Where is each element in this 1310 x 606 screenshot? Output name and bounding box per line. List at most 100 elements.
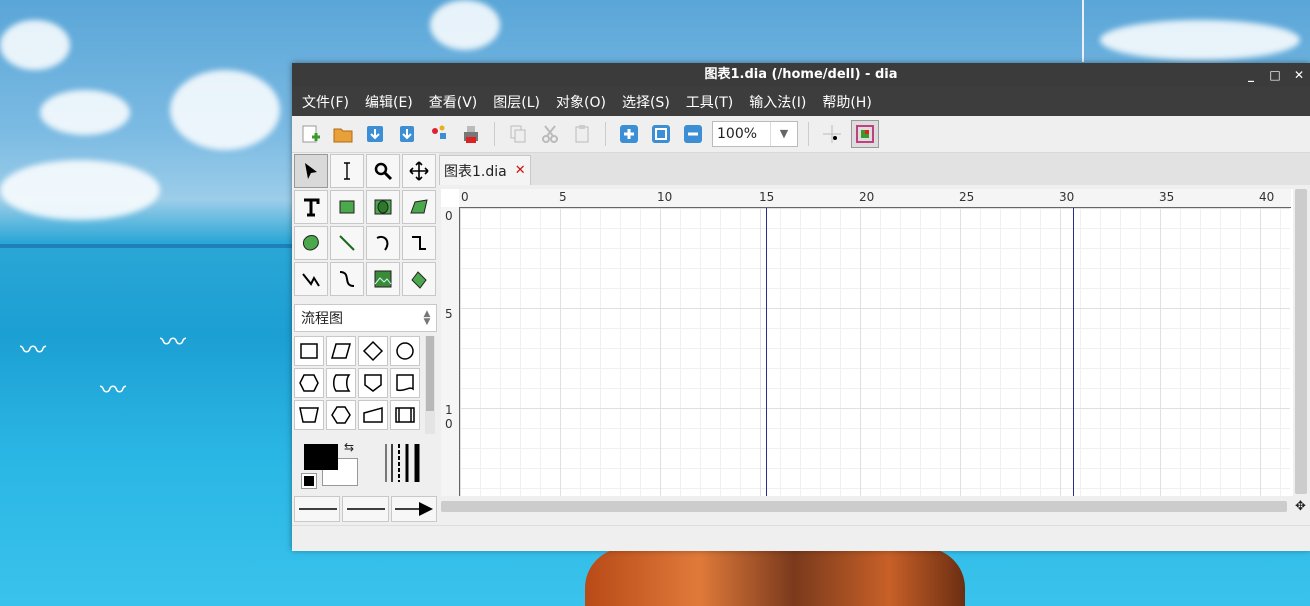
tab-label: 图表1.dia <box>444 163 507 180</box>
window-title: 图表1.dia (/home/dell) - dia <box>704 67 898 82</box>
polygon-tool[interactable] <box>402 190 436 224</box>
ruler-tick: 15 <box>759 190 775 204</box>
sheet-selector[interactable]: 流程图 ▲ ▼ <box>294 304 437 332</box>
new-diagram-button[interactable] <box>298 121 324 147</box>
predefined-process-shape[interactable] <box>390 400 420 430</box>
default-colors-icon[interactable] <box>301 473 317 489</box>
zoom-in-icon <box>620 125 638 143</box>
image-icon <box>374 270 392 288</box>
polyline-tool[interactable] <box>294 262 328 296</box>
ellipse-icon <box>374 199 392 215</box>
hexagon-shape[interactable] <box>326 400 356 430</box>
best-fit-button[interactable] <box>648 121 674 147</box>
ruler-tick: 1 <box>445 403 453 417</box>
save-button[interactable] <box>362 121 388 147</box>
preparation-shape[interactable] <box>294 368 324 398</box>
menu-layers[interactable]: 图层(L) <box>487 92 546 112</box>
line-style-selector[interactable] <box>342 496 389 522</box>
sheet-label: 流程图 <box>301 311 343 327</box>
clipboard-icon <box>575 125 589 143</box>
maximize-button[interactable]: □ <box>1268 63 1282 87</box>
ruler-tick: 0 <box>461 190 469 204</box>
ruler-tick: 0 <box>445 209 453 223</box>
toolbar-separator <box>808 122 809 146</box>
print-button[interactable] <box>458 121 484 147</box>
zoom-in-button[interactable] <box>616 121 642 147</box>
box-tool[interactable] <box>330 190 364 224</box>
tab-diagram1[interactable]: 图表1.dia ✕ <box>439 155 531 185</box>
menu-file[interactable]: 文件(F) <box>296 92 355 112</box>
offpage-shape[interactable] <box>358 368 388 398</box>
copy-button[interactable] <box>505 121 531 147</box>
drawing-grid[interactable] <box>460 208 1290 496</box>
ellipse-tool[interactable] <box>366 190 400 224</box>
document-shape[interactable] <box>390 368 420 398</box>
end-arrow-selector[interactable] <box>390 496 437 522</box>
menu-edit[interactable]: 编辑(E) <box>359 92 419 112</box>
terminal-shape[interactable] <box>390 336 420 366</box>
modify-tool[interactable] <box>294 154 328 188</box>
canvas-vertical-scrollbar[interactable] <box>1295 189 1307 494</box>
scroll-tool[interactable] <box>402 154 436 188</box>
menu-input-method[interactable]: 输入法(I) <box>743 92 812 112</box>
process-shape[interactable] <box>294 336 324 366</box>
title-bar: 图表1.dia (/home/dell) - dia _ □ ✕ <box>292 63 1310 87</box>
menu-help[interactable]: 帮助(H) <box>816 92 877 112</box>
palette-scrollbar[interactable] <box>425 336 435 434</box>
data-shape[interactable] <box>326 336 356 366</box>
text-tool[interactable] <box>294 190 328 224</box>
decision-shape[interactable] <box>358 336 388 366</box>
line-width-selector[interactable] <box>382 442 424 484</box>
magnify-tool[interactable] <box>366 154 400 188</box>
manual-operation-shape[interactable] <box>294 400 324 430</box>
close-tab-icon[interactable]: ✕ <box>515 163 526 178</box>
menu-objects[interactable]: 对象(O) <box>550 92 612 112</box>
ruler-tick: 35 <box>1159 190 1175 204</box>
page-break-line <box>1073 208 1074 496</box>
canvas-horizontal-scrollbar[interactable] <box>441 501 1287 512</box>
minimize-button[interactable]: _ <box>1244 63 1258 87</box>
foreground-color-swatch[interactable] <box>304 444 338 470</box>
zigzag-line-tool[interactable] <box>402 226 436 260</box>
bezier-icon <box>339 271 355 287</box>
start-arrow-selector[interactable] <box>294 496 341 522</box>
cut-button[interactable] <box>537 121 563 147</box>
ruler-tick: 20 <box>859 190 875 204</box>
scissors-icon <box>542 125 558 143</box>
swap-colors-icon[interactable]: ⇆ <box>344 440 354 454</box>
line-tool[interactable] <box>330 226 364 260</box>
outline-tool[interactable] <box>402 262 436 296</box>
save-as-button[interactable] <box>394 121 420 147</box>
snap-to-objects-button[interactable] <box>851 120 879 148</box>
document-area: 图表1.dia ✕ 0 5 10 15 20 25 30 35 40 0 5 1… <box>439 153 1310 523</box>
menu-view[interactable]: 查看(V) <box>423 92 484 112</box>
grid-snap-icon <box>823 125 841 143</box>
close-button[interactable]: ✕ <box>1292 63 1306 87</box>
zoom-out-button[interactable] <box>680 121 706 147</box>
stored-data-shape[interactable] <box>326 368 356 398</box>
beziergon-tool[interactable] <box>294 226 328 260</box>
open-button[interactable] <box>330 121 356 147</box>
chevron-down-icon[interactable]: ▼ <box>770 122 797 146</box>
copy-icon <box>510 125 526 143</box>
menu-tools[interactable]: 工具(T) <box>680 92 739 112</box>
snap-to-grid-button[interactable] <box>819 121 845 147</box>
text-edit-tool[interactable] <box>330 154 364 188</box>
ruler-tick: 5 <box>445 307 453 321</box>
arc-tool[interactable] <box>366 226 400 260</box>
export-button[interactable] <box>426 121 452 147</box>
paste-button[interactable] <box>569 121 595 147</box>
horizontal-ruler: 0 5 10 15 20 25 30 35 40 <box>459 189 1291 208</box>
zoom-combo[interactable]: 100% ▼ <box>712 121 798 147</box>
menu-select[interactable]: 选择(S) <box>616 92 676 112</box>
zoom-value[interactable]: 100% <box>713 126 770 142</box>
navigate-icon[interactable]: ✥ <box>1295 499 1306 514</box>
manual-input-shape[interactable] <box>358 400 388 430</box>
ruler-tick: 30 <box>1059 190 1075 204</box>
tool-grid <box>294 154 437 296</box>
menu-bar: 文件(F) 编辑(E) 查看(V) 图层(L) 对象(O) 选择(S) 工具(T… <box>292 87 1310 116</box>
image-tool[interactable] <box>366 262 400 296</box>
beziergon-icon <box>303 235 319 251</box>
bezier-tool[interactable] <box>330 262 364 296</box>
spin-arrows-icon[interactable]: ▲ ▼ <box>418 310 436 327</box>
